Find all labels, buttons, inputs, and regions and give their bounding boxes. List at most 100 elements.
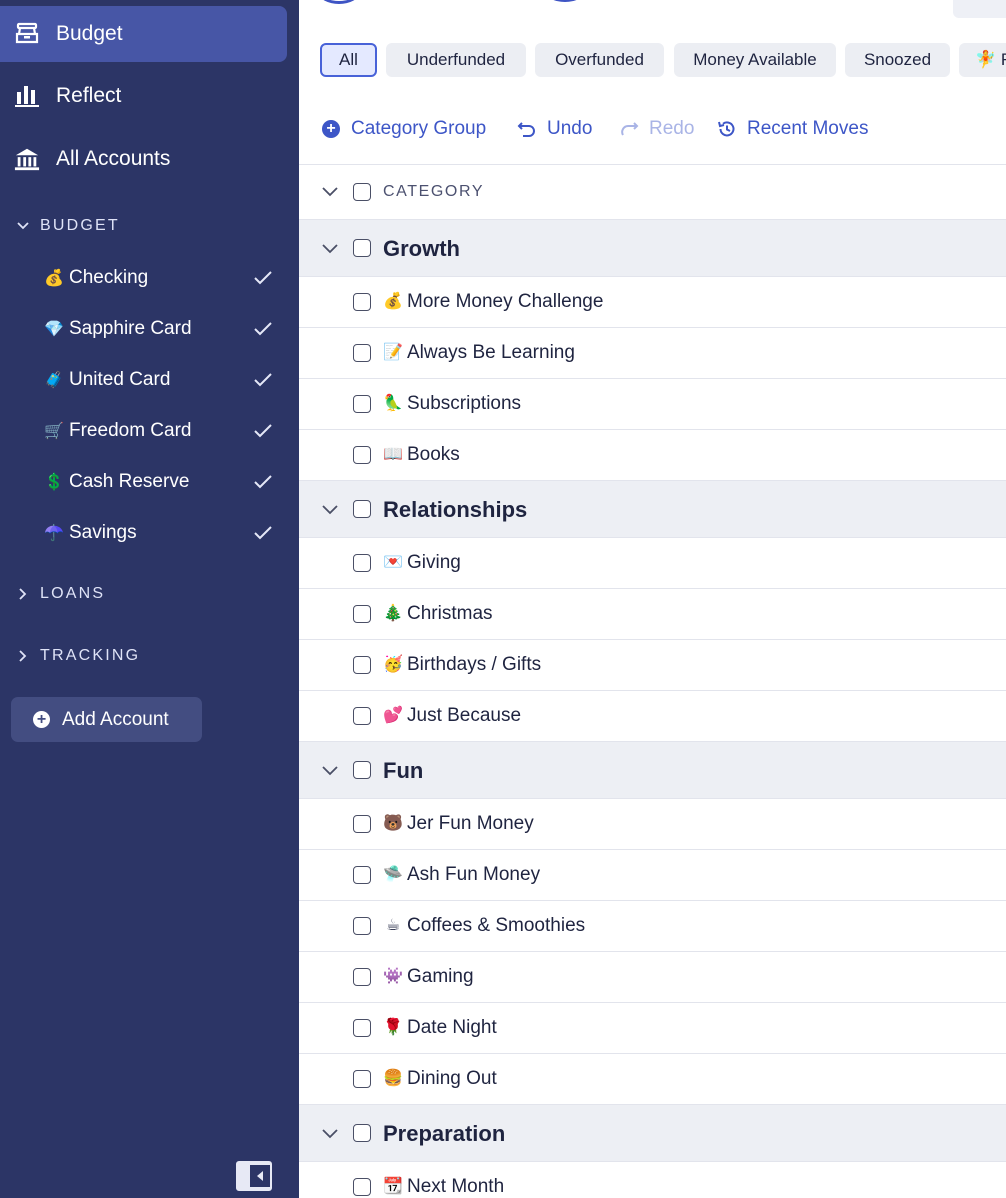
plus-circle-icon: + xyxy=(321,119,341,139)
category-name: Coffees & Smoothies xyxy=(407,915,586,936)
category-row[interactable]: 📝 Always Be Learning xyxy=(299,328,1006,379)
account-name: United Card xyxy=(69,369,171,390)
filter-money-available[interactable]: Money Available xyxy=(674,43,836,77)
category-name: Ash Fun Money xyxy=(407,864,541,885)
filter-partial[interactable]: 🧚 R xyxy=(959,43,1006,77)
group-name: Fun xyxy=(383,758,424,783)
category-checkbox[interactable] xyxy=(353,605,371,623)
category-row[interactable]: 💕 Just Because xyxy=(299,691,1006,742)
recent-moves-label: Recent Moves xyxy=(747,118,869,139)
category-name: Date Night xyxy=(407,1017,497,1038)
category-checkbox[interactable] xyxy=(353,656,371,674)
chevron-down-icon[interactable] xyxy=(321,243,339,255)
category-checkbox[interactable] xyxy=(353,344,371,362)
category-checkbox[interactable] xyxy=(353,446,371,464)
chevron-down-icon[interactable] xyxy=(321,1128,339,1140)
category-checkbox[interactable] xyxy=(353,917,371,935)
chevron-down-icon xyxy=(16,219,30,233)
category-checkbox[interactable] xyxy=(353,293,371,311)
category-checkbox[interactable] xyxy=(353,968,371,986)
category-row[interactable]: 🌹 Date Night xyxy=(299,1003,1006,1054)
category-row[interactable]: 🦜 Subscriptions xyxy=(299,379,1006,430)
add-account-label: Add Account xyxy=(62,708,169,730)
category-name: Books xyxy=(407,444,460,465)
nav-budget[interactable]: Budget xyxy=(0,6,287,62)
redo-icon xyxy=(619,119,639,139)
nav-all-accounts[interactable]: All Accounts xyxy=(0,131,287,187)
undo-button[interactable]: Undo xyxy=(517,114,592,144)
collapse-sidebar-button[interactable] xyxy=(236,1161,272,1191)
category-row[interactable]: 🍔 Dining Out xyxy=(299,1054,1006,1105)
checkmark-icon xyxy=(254,373,272,387)
category-checkbox[interactable] xyxy=(353,1019,371,1037)
recent-moves-button[interactable]: Recent Moves xyxy=(717,114,868,144)
category-group-row[interactable]: Relationships xyxy=(299,481,1006,538)
section-tracking[interactable]: TRACKING xyxy=(16,644,140,668)
chevron-down-icon[interactable] xyxy=(321,504,339,516)
add-account-button[interactable]: + Add Account xyxy=(11,697,202,742)
group-checkbox[interactable] xyxy=(353,1124,371,1142)
category-checkbox[interactable] xyxy=(353,1178,371,1196)
account-item[interactable]: 💲 Cash Reserve xyxy=(0,462,299,502)
account-item[interactable]: 💰 Checking xyxy=(0,258,299,298)
add-category-group-button[interactable]: + Category Group xyxy=(321,114,486,144)
filter-overfunded[interactable]: Overfunded xyxy=(535,43,664,77)
category-row[interactable]: 🐻 Jer Fun Money xyxy=(299,799,1006,850)
category-checkbox[interactable] xyxy=(353,866,371,884)
category-name: Just Because xyxy=(407,705,522,726)
chevron-down-icon[interactable] xyxy=(321,765,339,777)
account-item[interactable]: 🧳 United Card xyxy=(0,360,299,400)
group-checkbox[interactable] xyxy=(353,239,371,257)
category-row[interactable]: 📖 Books xyxy=(299,430,1006,481)
account-emoji: 💎 xyxy=(44,321,64,338)
filter-all[interactable]: All xyxy=(320,43,377,77)
filter-snoozed[interactable]: Snoozed xyxy=(845,43,950,77)
category-row[interactable]: 👾 Gaming xyxy=(299,952,1006,1003)
category-row[interactable]: 🎄 Christmas xyxy=(299,589,1006,640)
account-item[interactable]: ☂️ Savings xyxy=(0,513,299,553)
category-checkbox[interactable] xyxy=(353,707,371,725)
account-emoji: 🛒 xyxy=(44,423,64,440)
section-loans[interactable]: LOANS xyxy=(16,582,105,606)
category-emoji: 🥳 xyxy=(383,656,403,673)
history-icon xyxy=(717,119,737,139)
category-group-label: Category Group xyxy=(351,118,487,139)
category-row[interactable]: 📆 Next Month xyxy=(299,1162,1006,1198)
category-row[interactable]: 🛸 Ash Fun Money xyxy=(299,850,1006,901)
nav-reflect[interactable]: Reflect xyxy=(0,68,287,124)
header-partial-shape xyxy=(545,0,585,2)
category-row[interactable]: 💰 More Money Challenge xyxy=(299,277,1006,328)
group-checkbox[interactable] xyxy=(353,500,371,518)
category-group-row[interactable]: Growth xyxy=(299,220,1006,277)
redo-button[interactable]: Redo xyxy=(619,114,694,144)
checkmark-icon xyxy=(254,424,272,438)
plus-circle-icon: + xyxy=(33,711,50,728)
category-checkbox[interactable] xyxy=(353,815,371,833)
account-name: Freedom Card xyxy=(69,420,192,441)
header-partial-shape xyxy=(319,0,359,4)
category-checkbox[interactable] xyxy=(353,1070,371,1088)
category-row[interactable]: 🥳 Birthdays / Gifts xyxy=(299,640,1006,691)
account-item[interactable]: 🛒 Freedom Card xyxy=(0,411,299,451)
category-name: Jer Fun Money xyxy=(407,813,534,834)
category-checkbox[interactable] xyxy=(353,554,371,572)
section-budget-label: BUDGET xyxy=(40,217,120,234)
account-item[interactable]: 💎 Sapphire Card xyxy=(0,309,299,349)
category-group-row[interactable]: Fun xyxy=(299,742,1006,799)
collapse-left-icon xyxy=(250,1165,270,1187)
category-row[interactable]: ☕ Coffees & Smoothies xyxy=(299,901,1006,952)
chevron-down-icon[interactable] xyxy=(321,186,339,198)
section-budget[interactable]: BUDGET xyxy=(16,214,120,238)
category-row[interactable]: 💌 Giving xyxy=(299,538,1006,589)
category-group-row[interactable]: Preparation xyxy=(299,1105,1006,1162)
category-emoji: 📝 xyxy=(383,344,403,361)
checkmark-icon xyxy=(254,475,272,489)
select-all-checkbox[interactable] xyxy=(353,183,371,201)
group-name: Growth xyxy=(383,236,460,261)
filter-underfunded[interactable]: Underfunded xyxy=(386,43,526,77)
category-checkbox[interactable] xyxy=(353,395,371,413)
group-checkbox[interactable] xyxy=(353,761,371,779)
section-tracking-label: TRACKING xyxy=(40,647,141,664)
category-emoji: ☕ xyxy=(385,917,401,934)
header-partial-button[interactable] xyxy=(953,0,1006,18)
